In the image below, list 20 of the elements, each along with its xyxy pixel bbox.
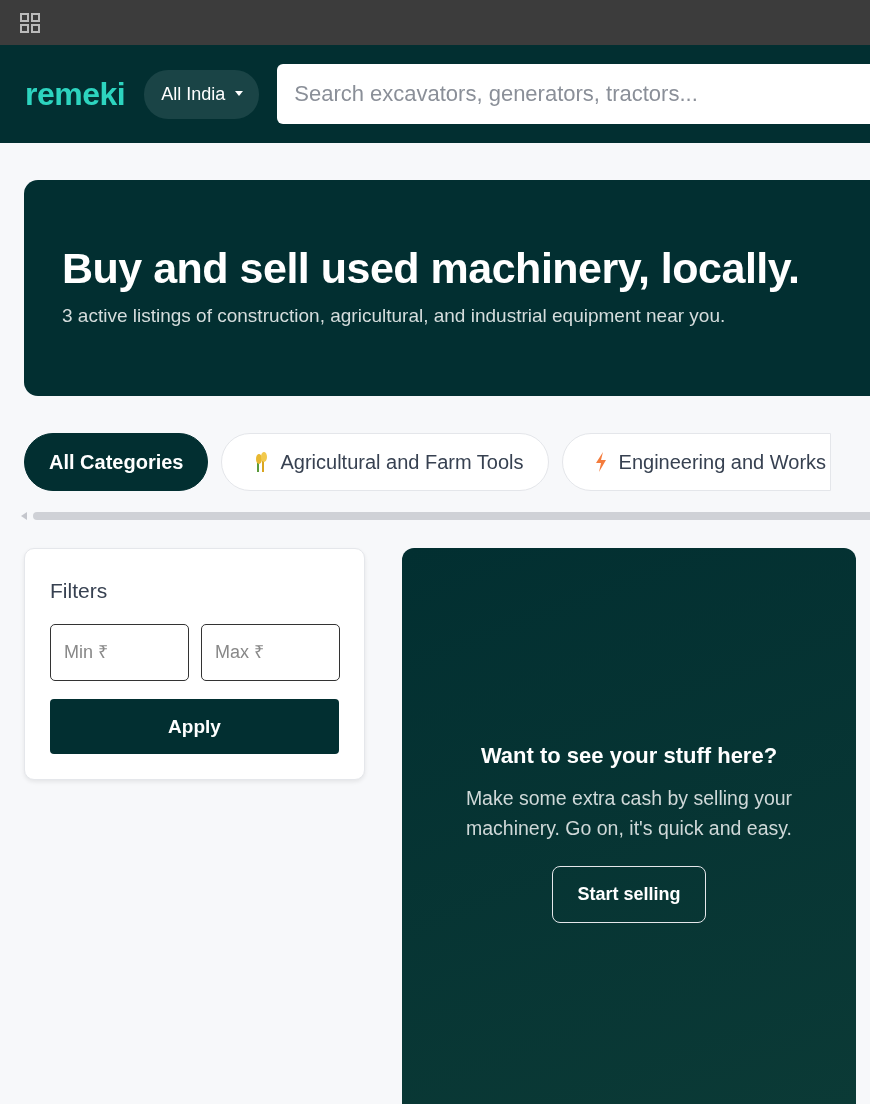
promo-title: Want to see your stuff here? [480, 743, 778, 769]
hero-title: Buy and sell used machinery, locally. [62, 244, 801, 293]
lightning-bolt-icon [594, 452, 607, 472]
caret-icon [235, 91, 244, 97]
apply-button[interactable]: Apply [50, 699, 339, 754]
promo-text: Make some extra cash by selling your machinery. Go on, it's quick and easy. [464, 786, 794, 841]
location-dropdown[interactable]: All India [144, 69, 260, 119]
apps-grid-icon[interactable] [19, 11, 41, 34]
start-selling-button[interactable]: Start selling [552, 866, 706, 923]
filters-title: Filters [50, 579, 109, 603]
search-field[interactable]: Search excavators, generators, tractors... [277, 64, 870, 124]
max-price-field[interactable]: Max ₹ [201, 624, 340, 681]
category-chip[interactable]: Engineering and Works [561, 433, 832, 491]
category-chip[interactable]: Agricultural and Farm Tools [221, 433, 549, 491]
category-chip[interactable]: All Categories [24, 433, 209, 491]
hero-subtitle: 3 active listings of construction, agricultural, and industrial equipment near you. [62, 305, 727, 327]
scroll-left-arrow-icon[interactable] [21, 512, 27, 520]
logo[interactable]: remeki [25, 75, 126, 113]
min-price-field[interactable]: Min ₹ [50, 624, 189, 681]
wheat-icon [254, 451, 269, 473]
